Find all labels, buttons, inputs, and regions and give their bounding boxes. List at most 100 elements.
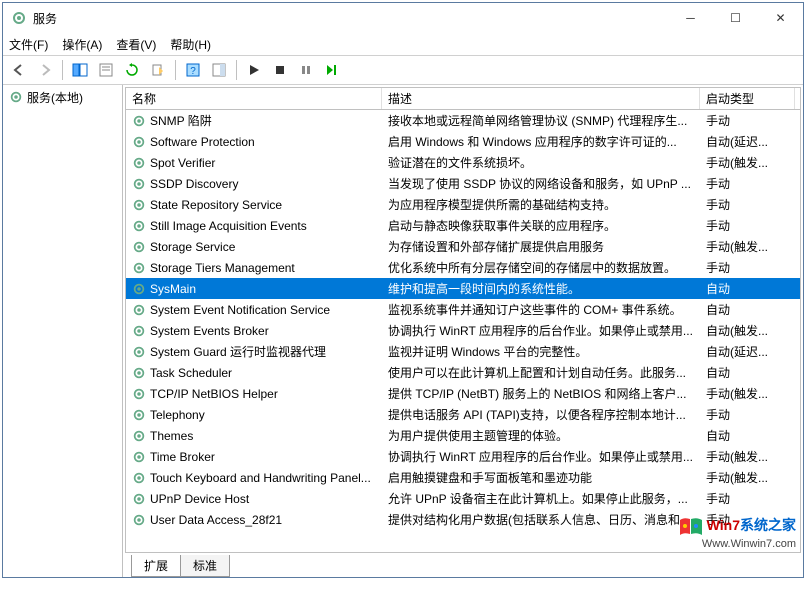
gear-icon bbox=[132, 429, 146, 443]
app-icon bbox=[11, 10, 27, 26]
stop-service-button[interactable] bbox=[268, 58, 292, 82]
service-row[interactable]: Time Broker协调执行 WinRT 应用程序的后台作业。如果停止或禁用.… bbox=[126, 446, 800, 467]
gear-icon bbox=[132, 303, 146, 317]
start-service-button[interactable] bbox=[242, 58, 266, 82]
titlebar[interactable]: 服务 ─ ☐ ✕ bbox=[3, 3, 803, 33]
column-name[interactable]: 名称 bbox=[126, 88, 382, 109]
properties-button[interactable] bbox=[94, 58, 118, 82]
service-desc-cell: 监视并证明 Windows 平台的完整性。 bbox=[382, 343, 700, 360]
service-name-cell: Still Image Acquisition Events bbox=[126, 219, 382, 233]
maximize-button[interactable]: ☐ bbox=[713, 4, 758, 33]
gear-icon bbox=[132, 345, 146, 359]
service-start-cell: 手动(触发... bbox=[700, 385, 795, 402]
service-row[interactable]: Touch Keyboard and Handwriting Panel...启… bbox=[126, 467, 800, 488]
service-row[interactable]: Themes为用户提供使用主题管理的体验。自动 bbox=[126, 425, 800, 446]
tab-extended[interactable]: 扩展 bbox=[131, 555, 181, 577]
service-start-cell: 手动(触发... bbox=[700, 238, 795, 255]
service-name-cell: UPnP Device Host bbox=[126, 492, 382, 506]
service-row[interactable]: Spot Verifier验证潜在的文件系统损坏。手动(触发... bbox=[126, 152, 800, 173]
restart-service-button[interactable] bbox=[320, 58, 344, 82]
forward-button[interactable] bbox=[33, 58, 57, 82]
service-name-cell: Task Scheduler bbox=[126, 366, 382, 380]
column-description[interactable]: 描述 bbox=[382, 88, 700, 109]
service-desc-cell: 协调执行 WinRT 应用程序的后台作业。如果停止或禁用... bbox=[382, 322, 700, 339]
toolbar: ? bbox=[3, 55, 803, 85]
service-start-cell: 自动(延迟... bbox=[700, 343, 795, 360]
menu-file[interactable]: 文件(F) bbox=[9, 36, 48, 53]
pause-service-button[interactable] bbox=[294, 58, 318, 82]
service-name-cell: Time Broker bbox=[126, 450, 382, 464]
service-name-cell: System Guard 运行时监视器代理 bbox=[126, 343, 382, 360]
service-name-cell: Themes bbox=[126, 429, 382, 443]
action-pane-button[interactable] bbox=[207, 58, 231, 82]
service-name-cell: Software Protection bbox=[126, 135, 382, 149]
service-row[interactable]: Task Scheduler使用户可以在此计算机上配置和计划自动任务。此服务..… bbox=[126, 362, 800, 383]
service-row[interactable]: SSDP Discovery当发现了使用 SSDP 协议的网络设备和服务，如 U… bbox=[126, 173, 800, 194]
gear-icon bbox=[132, 471, 146, 485]
service-desc-cell: 为存储设置和外部存储扩展提供启用服务 bbox=[382, 238, 700, 255]
service-row[interactable]: System Events Broker协调执行 WinRT 应用程序的后台作业… bbox=[126, 320, 800, 341]
service-row[interactable]: SNMP 陷阱接收本地或远程简单网络管理协议 (SNMP) 代理程序生...手动 bbox=[126, 110, 800, 131]
menu-action[interactable]: 操作(A) bbox=[62, 36, 102, 53]
gear-icon bbox=[132, 156, 146, 170]
gear-icon bbox=[132, 198, 146, 212]
minimize-button[interactable]: ─ bbox=[668, 4, 713, 33]
service-start-cell: 自动 bbox=[700, 280, 795, 297]
service-desc-cell: 提供 TCP/IP (NetBT) 服务上的 NetBIOS 和网络上客户... bbox=[382, 385, 700, 402]
tab-standard[interactable]: 标准 bbox=[180, 555, 230, 577]
service-rows[interactable]: SNMP 陷阱接收本地或远程简单网络管理协议 (SNMP) 代理程序生...手动… bbox=[126, 110, 800, 552]
gear-icon bbox=[132, 324, 146, 338]
service-row[interactable]: System Event Notification Service监视系统事件并… bbox=[126, 299, 800, 320]
service-start-cell: 手动 bbox=[700, 112, 795, 129]
service-name-cell: Touch Keyboard and Handwriting Panel... bbox=[126, 471, 382, 485]
service-name-cell: System Event Notification Service bbox=[126, 303, 382, 317]
service-desc-cell: 提供电话服务 API (TAPI)支持，以便各程序控制本地计... bbox=[382, 406, 700, 423]
services-window: 服务 ─ ☐ ✕ 文件(F) 操作(A) 查看(V) 帮助(H) ? bbox=[2, 2, 804, 578]
service-row[interactable]: Still Image Acquisition Events启动与静态映像获取事… bbox=[126, 215, 800, 236]
column-startup-type[interactable]: 启动类型 bbox=[700, 88, 795, 109]
service-desc-cell: 启用 Windows 和 Windows 应用程序的数字许可证的... bbox=[382, 133, 700, 150]
gear-icon bbox=[132, 450, 146, 464]
menu-help[interactable]: 帮助(H) bbox=[170, 36, 211, 53]
service-desc-cell: 验证潜在的文件系统损坏。 bbox=[382, 154, 700, 171]
service-desc-cell: 接收本地或远程简单网络管理协议 (SNMP) 代理程序生... bbox=[382, 112, 700, 129]
service-row[interactable]: System Guard 运行时监视器代理监视并证明 Windows 平台的完整… bbox=[126, 341, 800, 362]
service-row[interactable]: Telephony提供电话服务 API (TAPI)支持，以便各程序控制本地计.… bbox=[126, 404, 800, 425]
back-button[interactable] bbox=[7, 58, 31, 82]
help-button[interactable]: ? bbox=[181, 58, 205, 82]
service-name-cell: SNMP 陷阱 bbox=[126, 112, 382, 129]
sidebar: 服务(本地) bbox=[3, 85, 123, 577]
service-name-cell: System Events Broker bbox=[126, 324, 382, 338]
service-row[interactable]: State Repository Service为应用程序模型提供所需的基础结构… bbox=[126, 194, 800, 215]
service-name-cell: SSDP Discovery bbox=[126, 177, 382, 191]
service-desc-cell: 优化系统中所有分层存储空间的存储层中的数据放置。 bbox=[382, 259, 700, 276]
service-row[interactable]: SysMain维护和提高一段时间内的系统性能。自动 bbox=[126, 278, 800, 299]
window-title: 服务 bbox=[33, 10, 668, 27]
view-tabs: 扩展 标准 bbox=[123, 555, 803, 577]
gear-icon bbox=[132, 114, 146, 128]
service-desc-cell: 使用户可以在此计算机上配置和计划自动任务。此服务... bbox=[382, 364, 700, 381]
service-row[interactable]: Storage Tiers Management优化系统中所有分层存储空间的存储… bbox=[126, 257, 800, 278]
service-row[interactable]: Storage Service为存储设置和外部存储扩展提供启用服务手动(触发..… bbox=[126, 236, 800, 257]
service-row[interactable]: TCP/IP NetBIOS Helper提供 TCP/IP (NetBT) 服… bbox=[126, 383, 800, 404]
refresh-button[interactable] bbox=[120, 58, 144, 82]
gear-icon bbox=[132, 135, 146, 149]
service-start-cell: 手动(触发... bbox=[700, 154, 795, 171]
service-desc-cell: 启动与静态映像获取事件关联的应用程序。 bbox=[382, 217, 700, 234]
service-name-cell: Telephony bbox=[126, 408, 382, 422]
close-button[interactable]: ✕ bbox=[758, 4, 803, 33]
show-hide-tree-button[interactable] bbox=[68, 58, 92, 82]
export-button[interactable] bbox=[146, 58, 170, 82]
service-desc-cell: 监视系统事件并通知订户这些事件的 COM+ 事件系统。 bbox=[382, 301, 700, 318]
sidebar-item-services-local[interactable]: 服务(本地) bbox=[5, 87, 120, 107]
service-desc-cell: 为用户提供使用主题管理的体验。 bbox=[382, 427, 700, 444]
gear-icon bbox=[132, 387, 146, 401]
watermark: Win7系统之家 Www.Winwin7.com bbox=[678, 515, 796, 550]
menu-view[interactable]: 查看(V) bbox=[116, 36, 156, 53]
service-start-cell: 手动 bbox=[700, 175, 795, 192]
service-desc-cell: 启用触摸键盘和手写面板笔和墨迹功能 bbox=[382, 469, 700, 486]
service-start-cell: 手动 bbox=[700, 196, 795, 213]
service-row[interactable]: UPnP Device Host允许 UPnP 设备宿主在此计算机上。如果停止此… bbox=[126, 488, 800, 509]
service-row[interactable]: Software Protection启用 Windows 和 Windows … bbox=[126, 131, 800, 152]
gear-icon bbox=[132, 177, 146, 191]
